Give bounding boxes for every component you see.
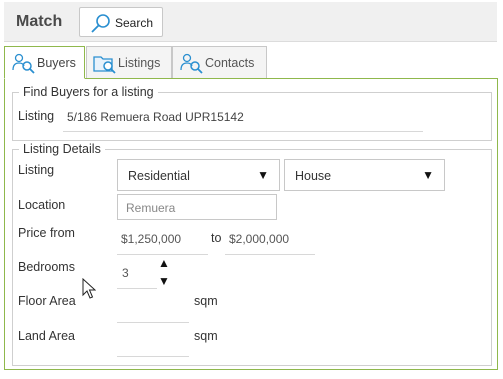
price-to-input[interactable]: $2,000,000 [229,232,289,246]
listing-subtype-value: House [295,169,332,183]
listing-subtype-select[interactable]: House ▼ [284,159,445,191]
listing-type-select[interactable]: Residential ▼ [117,159,280,191]
chevron-down-icon: ▼ [422,168,434,182]
find-listing-field[interactable]: 5/186 Remuera Road UPR15142 [67,110,244,124]
location-input[interactable]: Remuera [117,194,277,220]
price-to-label: to [211,231,222,245]
tab-buyers[interactable]: Buyers [4,46,85,79]
tab-contacts[interactable]: Contacts [172,46,267,78]
tab-buyers-label: Buyers [37,56,76,70]
mouse-cursor-icon [82,278,96,299]
location-placeholder: Remuera [126,201,176,215]
bedrooms-input[interactable]: 3 [122,266,129,280]
floor-area-input[interactable] [117,322,189,323]
folder-search-icon [93,56,116,74]
chevron-down-icon: ▼ [257,168,269,182]
find-listing-label: Listing [18,109,55,123]
bedrooms-label: Bedrooms [18,260,75,274]
price-to-underline [225,254,315,255]
tab-contacts-label: Contacts [205,56,255,70]
floor-area-label: Floor Area [18,294,76,308]
people-search-icon [12,53,35,74]
listing-type-value: Residential [128,169,190,183]
find-listing-underline [63,131,423,132]
bedrooms-underline [117,288,157,289]
location-label: Location [18,198,66,212]
buyers-panel: Find Buyers for a listing Listing 5/186 … [4,78,498,370]
land-area-unit: sqm [194,329,218,343]
listing-details-legend: Listing Details [23,142,101,156]
land-area-input[interactable] [117,356,189,357]
land-area-label: Land Area [18,329,75,343]
price-from-underline [117,254,208,255]
search-button-label: Search [115,16,154,30]
page-title: Match [16,13,63,30]
price-from-input[interactable]: $1,250,000 [121,232,181,246]
tab-listings[interactable]: Listings [86,46,172,78]
find-buyers-legend: Find Buyers for a listing [23,85,154,99]
floor-area-unit: sqm [194,294,218,308]
search-icon [91,14,110,33]
bedrooms-decrement-button[interactable]: ▼ [158,275,170,287]
listing-type-label: Listing [18,163,55,177]
bedrooms-increment-button[interactable]: ▲ [158,257,170,269]
search-button[interactable]: Search [79,7,163,37]
top-bar: Match Search [4,2,497,42]
people-search-icon [180,53,203,74]
tab-listings-label: Listings [118,56,161,70]
price-from-label: Price from [18,226,75,240]
